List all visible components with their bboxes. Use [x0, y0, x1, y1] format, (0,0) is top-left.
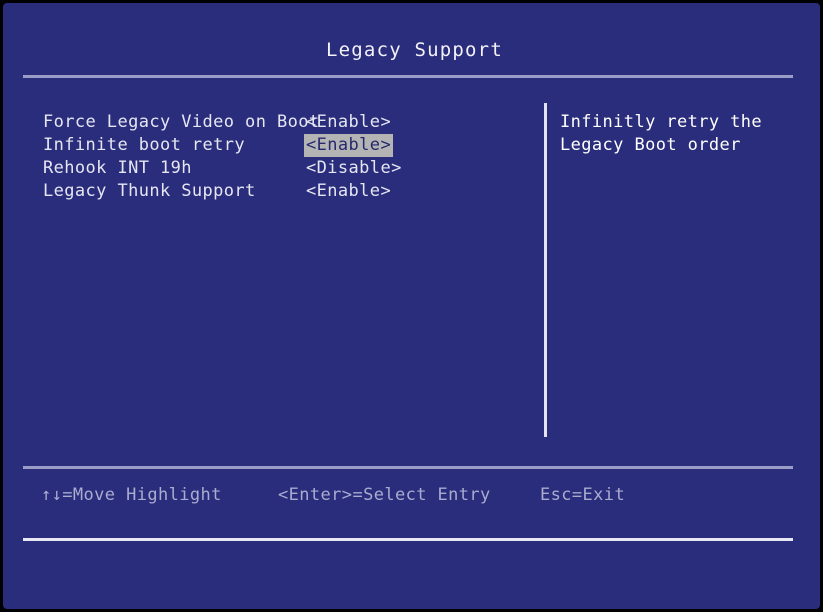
settings-menu: Force Legacy Video on Boot <Enable> Infi…	[43, 111, 523, 203]
menu-item-label: Infinite boot retry	[43, 135, 246, 155]
title-divider	[23, 75, 793, 78]
help-pane-divider	[544, 103, 547, 437]
key-hint-move-highlight: ↑↓=Move Highlight	[41, 485, 222, 505]
footer-top-divider	[23, 466, 793, 469]
menu-item-legacy-thunk-support[interactable]: Legacy Thunk Support <Enable>	[43, 180, 523, 203]
menu-item-infinite-boot-retry[interactable]: Infinite boot retry <Enable>	[43, 134, 523, 157]
key-hint-select-entry: <Enter>=Select Entry	[278, 485, 491, 505]
key-hints-bar: ↑↓=Move Highlight <Enter>=Select Entry E…	[3, 484, 820, 507]
page-title-text: Legacy Support	[326, 39, 503, 61]
help-panel: Infinitly retry the Legacy Boot order	[560, 111, 810, 157]
menu-item-value[interactable]: <Enable>	[304, 111, 393, 134]
menu-item-label: Rehook INT 19h	[43, 158, 192, 178]
help-text-line: Legacy Boot order	[560, 135, 741, 155]
menu-item-value[interactable]: <Disable>	[304, 157, 404, 180]
key-hint-exit: Esc=Exit	[540, 485, 626, 505]
menu-item-label: Legacy Thunk Support	[43, 181, 256, 201]
help-text-line: Infinitly retry the	[560, 112, 763, 132]
footer-bottom-divider	[23, 538, 793, 541]
menu-item-rehook-int-19h[interactable]: Rehook INT 19h <Disable>	[43, 157, 523, 180]
page-title: Legacy Support	[3, 39, 820, 61]
menu-item-label: Force Legacy Video on Boot	[43, 112, 320, 132]
menu-item-value[interactable]: <Enable>	[304, 180, 393, 203]
menu-item-value-selected[interactable]: <Enable>	[304, 134, 394, 157]
menu-item-force-legacy-video-on-boot[interactable]: Force Legacy Video on Boot <Enable>	[43, 111, 523, 134]
bios-setup-screen: Legacy Support Force Legacy Video on Boo…	[0, 0, 823, 612]
